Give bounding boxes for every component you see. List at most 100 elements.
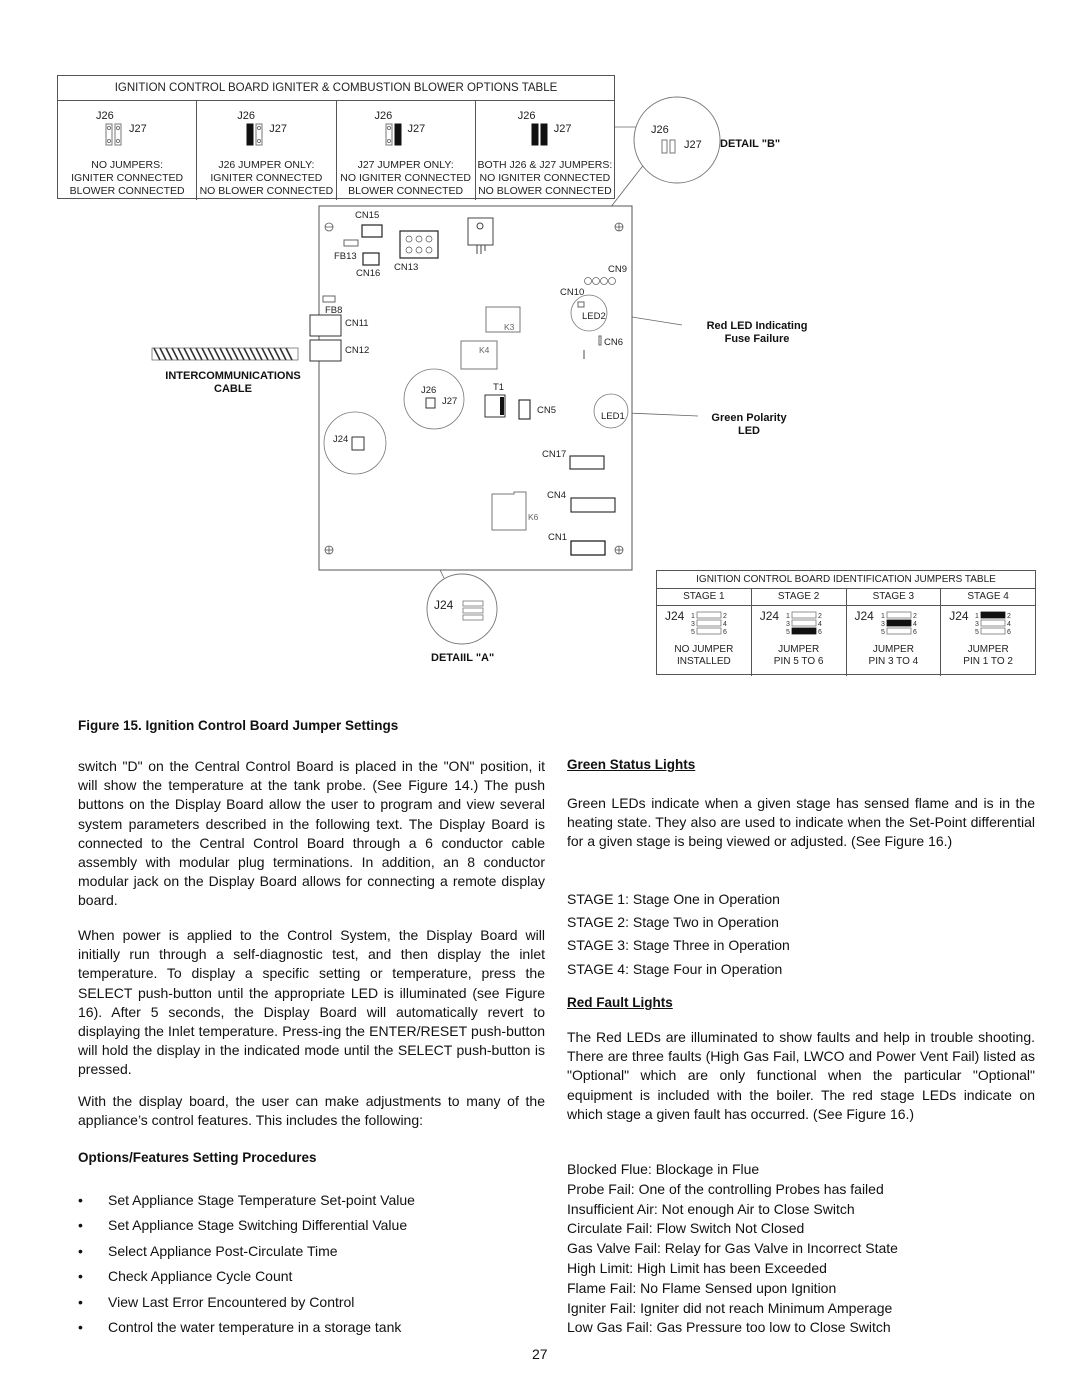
t1-label: T1 bbox=[493, 382, 504, 393]
pin-number: 4 bbox=[723, 621, 727, 628]
pin-number: 4 bbox=[1007, 621, 1011, 628]
cn15-connector bbox=[361, 224, 383, 238]
pin-pair bbox=[886, 611, 911, 619]
detail-a-label: DETAIIL "A" bbox=[431, 652, 494, 664]
label-line: LED bbox=[738, 425, 760, 437]
cn10-label: CN10 bbox=[560, 287, 584, 298]
cn1-label: CN1 bbox=[548, 532, 567, 543]
cn4-connector bbox=[570, 497, 616, 513]
pin-pair bbox=[791, 611, 817, 619]
board-j27-label: J27 bbox=[442, 396, 457, 407]
fb13-component bbox=[343, 239, 359, 247]
cn1-connector bbox=[570, 540, 606, 556]
option-text: View Last Error Encountered by Control bbox=[108, 1293, 355, 1310]
desc-line: INSTALLED bbox=[677, 656, 731, 667]
pin-number: 6 bbox=[818, 629, 822, 636]
cn16-connector bbox=[362, 252, 380, 266]
cn12-label: CN12 bbox=[345, 345, 369, 356]
k4-label: K4 bbox=[479, 345, 490, 355]
pin-number: 3 bbox=[881, 621, 885, 628]
figure-caption: Figure 15. Ignition Control Board Jumper… bbox=[78, 718, 399, 733]
intercommunications-cable-label: INTERCOMMUNICATIONS CABLE bbox=[148, 370, 318, 396]
list-item: Gas Valve Fail: Relay for Gas Valve in I… bbox=[567, 1240, 898, 1257]
list-item: STAGE 1: Stage One in Operation bbox=[567, 891, 780, 907]
fb13-label: FB13 bbox=[334, 251, 357, 262]
cn11-jack bbox=[309, 314, 342, 337]
adjustments-paragraph: With the display board, the user can mak… bbox=[78, 1093, 545, 1129]
detail-b-circle bbox=[633, 96, 721, 184]
bullet-icon: • bbox=[78, 1192, 83, 1208]
pin-number: 4 bbox=[913, 621, 917, 628]
list-item: High Limit: High Limit has been Exceeded bbox=[567, 1259, 827, 1276]
list-item: STAGE 2: Stage Two in Operation bbox=[567, 914, 779, 931]
detail-a-j24: J24 bbox=[434, 598, 454, 612]
pin-number: 2 bbox=[723, 613, 727, 620]
pin-number: 2 bbox=[818, 613, 822, 620]
option-text: Set Appliance Stage Temperature Set-poin… bbox=[108, 1192, 415, 1208]
j24-label: J24 bbox=[949, 609, 969, 623]
stage-4-header: STAGE 4 bbox=[967, 591, 1009, 602]
fault-list: Blocked Flue: Blockage in Flue Probe Fai… bbox=[567, 1160, 898, 1338]
detail-b-j27: J27 bbox=[684, 139, 702, 151]
pin-pair bbox=[696, 611, 722, 619]
detail-a-pins bbox=[462, 600, 484, 621]
red-fault-heading: Red Fault Lights bbox=[567, 995, 673, 1010]
pin-number: 2 bbox=[913, 613, 917, 620]
stage-1-header: STAGE 1 bbox=[657, 589, 752, 605]
fb8-label: FB8 bbox=[325, 305, 342, 316]
pin-number: 6 bbox=[913, 629, 917, 636]
stage-1-cell: J24 1 2 3 4 5 6 NO JUMPER INSTALLED bbox=[657, 606, 752, 676]
bullet-icon: • bbox=[78, 1268, 83, 1285]
pin-pair bbox=[980, 619, 1006, 627]
pin-number: 4 bbox=[818, 621, 822, 628]
j24-label: J24 bbox=[759, 609, 780, 623]
green-status-paragraph: Green LEDs indicate when a given stage h… bbox=[567, 795, 1035, 850]
cn4-label: CN4 bbox=[547, 490, 566, 501]
list-item: STAGE 3: Stage Three in Operation bbox=[567, 937, 790, 954]
stage-3-header: STAGE 3 bbox=[847, 589, 942, 605]
label-line: Fuse Failure bbox=[724, 333, 790, 345]
list-item: • Set Appliance Stage Switching Different… bbox=[78, 1213, 415, 1238]
j24-pins: 1 2 3 4 5 6 bbox=[881, 611, 917, 636]
jumper-installed bbox=[886, 619, 911, 627]
led2-label: LED2 bbox=[582, 311, 606, 322]
pin-number: 1 bbox=[691, 613, 695, 620]
list-item: • Check Appliance Cycle Count bbox=[78, 1264, 415, 1289]
list-item: • Set Appliance Stage Temperature Set-poi… bbox=[78, 1188, 415, 1213]
list-item: Circulate Fail: Flow Switch Not Closed bbox=[567, 1220, 805, 1237]
option-text: Check Appliance Cycle Count bbox=[108, 1268, 293, 1285]
list-item: Blocked Flue: Blockage in Flue bbox=[567, 1161, 760, 1177]
bullet-icon: • bbox=[78, 1242, 83, 1259]
k6-relay bbox=[491, 491, 527, 531]
cn13-label: CN13 bbox=[394, 262, 418, 273]
pin-number: 2 bbox=[1007, 613, 1011, 620]
pin-number: 5 bbox=[786, 629, 790, 636]
pin-number: 1 bbox=[975, 613, 979, 620]
detail-b-j26: J26 bbox=[651, 124, 669, 136]
pin-number: 1 bbox=[881, 613, 885, 620]
label-line: INTERCOMMUNICATIONS bbox=[165, 370, 301, 382]
identification-jumpers-table: IGNITION CONTROL BOARD IDENTIFICATION JU… bbox=[656, 570, 1036, 676]
led1-label: LED1 bbox=[601, 411, 625, 422]
options-list: • Set Appliance Stage Temperature Set-poi… bbox=[78, 1188, 415, 1340]
red-led-label: Red LED Indicating Fuse Failure bbox=[672, 320, 842, 346]
cn11-label: CN11 bbox=[345, 318, 369, 329]
jumper-installed bbox=[791, 627, 817, 635]
desc-line: PIN 5 TO 6 bbox=[773, 656, 824, 667]
option-text: Control the water temperature in a stora… bbox=[108, 1318, 402, 1335]
page-number: 27 bbox=[532, 1346, 548, 1362]
k6-label: K6 bbox=[528, 512, 539, 522]
j24-label: J24 bbox=[665, 609, 685, 623]
list-item: Flame Fail: No Flame Sensed upon Ignitio… bbox=[567, 1279, 837, 1296]
option-text: Set Appliance Stage Switching Differenti… bbox=[108, 1217, 408, 1234]
pin-number: 1 bbox=[786, 613, 790, 620]
pin-number: 5 bbox=[881, 629, 885, 636]
stage-4-cell: J24 1 2 3 4 5 6 JUMPER PIN 1 TO 2 bbox=[941, 606, 1035, 676]
cn12-jack bbox=[309, 339, 342, 362]
stage-list: STAGE 1: Stage One in Operation STAGE 2:… bbox=[567, 888, 790, 981]
regulator-component bbox=[467, 217, 494, 246]
desc-line: NO JUMPER bbox=[674, 644, 734, 655]
stage-2-cell: J24 1 2 3 4 5 6 JUMPER PIN 5 TO 6 bbox=[752, 606, 847, 676]
label-line: Red LED Indicating bbox=[706, 320, 808, 332]
ident-table-title: IGNITION CONTROL BOARD IDENTIFICATION JU… bbox=[657, 571, 1035, 589]
